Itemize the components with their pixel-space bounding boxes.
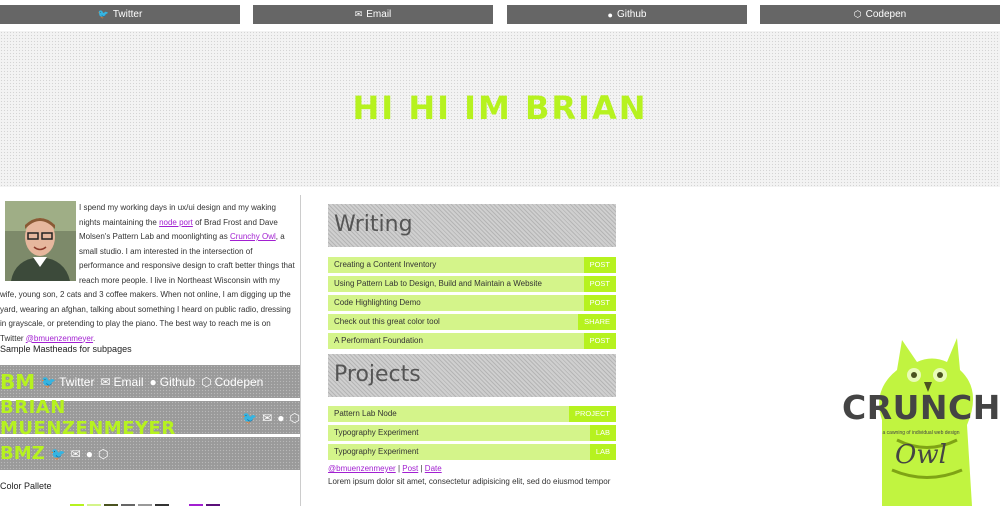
projects-heading: Projects: [334, 362, 421, 387]
codepen-icon: ⬡: [853, 9, 862, 19]
row-tag: LAB: [589, 425, 616, 441]
writing-row[interactable]: A Performant Foundation POST: [328, 333, 616, 349]
masthead: HI HI IM BRIAN: [0, 31, 1000, 187]
post-link[interactable]: Post: [402, 464, 418, 473]
project-row[interactable]: Pattern Lab Node PROJECT: [328, 406, 616, 422]
twitter-icon: 🐦: [41, 374, 57, 389]
codepen-nav-button[interactable]: ⬡ Codepen: [760, 5, 1000, 24]
codepen-icon[interactable]: ⬡: [98, 447, 108, 461]
link-label: Twitter: [59, 374, 95, 389]
codepen-icon: ⬡: [201, 374, 212, 389]
top-nav: 🐦 Twitter ✉ Email ● Github ⬡ Codepen: [0, 5, 1000, 24]
row-title: Code Highlighting Demo: [334, 298, 421, 307]
github-icon: ●: [149, 374, 157, 389]
left-column: I spend my working days in ux/ui design …: [0, 195, 301, 506]
writing-row[interactable]: Code Highlighting Demo POST: [328, 295, 616, 311]
twitter-nav-button[interactable]: 🐦 Twitter: [0, 5, 240, 24]
sample-logo: BM: [0, 369, 36, 394]
sample-mastheads-label: Sample Mastheads for subpages: [0, 344, 132, 354]
sample-masthead-bmz: BMZ 🐦 ✉ ● ⬡: [0, 437, 300, 470]
project-row[interactable]: Typography Experiment LAB: [328, 425, 616, 441]
writing-row[interactable]: Check out this great color tool SHARE: [328, 314, 616, 330]
row-title: Pattern Lab Node: [334, 409, 397, 418]
node-port-link[interactable]: node port: [159, 218, 193, 227]
sample-icon-links: 🐦 ✉ ● ⬡: [242, 411, 300, 425]
github-icon[interactable]: ●: [277, 411, 284, 425]
email-icon: ✉: [100, 374, 111, 389]
email-nav-button[interactable]: ✉ Email: [253, 5, 493, 24]
email-icon: ✉: [354, 9, 363, 19]
project-row[interactable]: Typography Experiment LAB: [328, 444, 616, 460]
twitter-handle-link[interactable]: @bmuenzenmeyer: [26, 334, 93, 343]
nav-label: Email: [366, 9, 392, 20]
crunchy-owl-link[interactable]: Crunchy Owl: [230, 232, 276, 241]
sample-email-link[interactable]: ✉ Email: [100, 375, 143, 389]
row-tag: PROJECT: [568, 406, 616, 422]
nav-label: Twitter: [112, 9, 143, 20]
row-tag: POST: [583, 333, 616, 349]
github-nav-button[interactable]: ● Github: [507, 5, 747, 24]
sample-icon-links: 🐦 ✉ ● ⬡: [51, 447, 109, 461]
crunchy-script: Owl: [895, 440, 947, 470]
sample-masthead-full: BRIAN MUENZENMEYER 🐦 ✉ ● ⬡: [0, 397, 300, 439]
sample-logo: BRIAN MUENZENMEYER: [0, 396, 176, 439]
row-tag: LAB: [589, 444, 616, 460]
bio-text: .: [93, 333, 96, 343]
twitter-icon[interactable]: 🐦: [242, 411, 257, 425]
row-tag: POST: [583, 295, 616, 311]
sample-twitter-link[interactable]: 🐦 Twitter: [41, 375, 94, 389]
sample-links: 🐦 Twitter ✉ Email ● Github ⬡ Codepen: [41, 375, 263, 389]
writing-heading: Writing: [334, 212, 413, 237]
projects-header: Projects: [328, 354, 616, 397]
github-icon: ●: [607, 9, 613, 20]
crunchy-owl-logo[interactable]: CRUNCHY a cawning of individual web desi…: [842, 330, 1000, 506]
email-icon[interactable]: ✉: [71, 447, 81, 461]
row-title: Typography Experiment: [334, 428, 419, 437]
post-meta: @bmuenzenmeyer | Post | Date: [328, 464, 616, 473]
lorem-text: Lorem ipsum dolor sit amet, consectetur …: [328, 477, 611, 486]
email-icon[interactable]: ✉: [262, 411, 272, 425]
writing-row[interactable]: Creating a Content Inventory POST: [328, 257, 616, 273]
crunchy-tagline: a cawning of individual web design: [882, 430, 960, 436]
avatar: [5, 201, 76, 281]
link-label: Email: [113, 374, 144, 389]
row-tag: SHARE: [578, 314, 616, 330]
link-label: Codepen: [214, 374, 264, 389]
row-tag: POST: [583, 257, 616, 273]
row-title: Check out this great color tool: [334, 317, 440, 326]
sample-masthead-bm: BM 🐦 Twitter ✉ Email ● Github ⬡ Codepen: [0, 365, 300, 398]
masthead-title: HI HI IM BRIAN: [352, 89, 648, 127]
twitter-icon: 🐦: [97, 9, 109, 19]
nav-label: Github: [616, 9, 647, 20]
date-link[interactable]: Date: [425, 464, 442, 473]
row-tag: POST: [583, 276, 616, 292]
sample-codepen-link[interactable]: ⬡ Codepen: [201, 375, 263, 389]
link-label: Github: [159, 374, 196, 389]
row-title: Typography Experiment: [334, 447, 419, 456]
row-title: Using Pattern Lab to Design, Build and M…: [334, 279, 542, 288]
twitter-icon[interactable]: 🐦: [51, 447, 66, 461]
color-palette-label: Color Pallete: [0, 481, 52, 491]
crunchy-title: CRUNCHY: [842, 388, 1000, 427]
nav-label: Codepen: [865, 9, 907, 20]
author-link[interactable]: @bmuenzenmeyer: [328, 464, 396, 473]
sample-github-link[interactable]: ● Github: [150, 375, 196, 389]
row-title: Creating a Content Inventory: [334, 260, 437, 269]
row-title: A Performant Foundation: [334, 336, 423, 345]
writing-header: Writing: [328, 204, 616, 247]
content-column: Writing Creating a Content Inventory POS…: [328, 204, 616, 486]
codepen-icon[interactable]: ⬡: [290, 411, 300, 425]
writing-row[interactable]: Using Pattern Lab to Design, Build and M…: [328, 276, 616, 292]
github-icon[interactable]: ●: [86, 447, 93, 461]
sample-logo: BMZ: [0, 443, 45, 464]
